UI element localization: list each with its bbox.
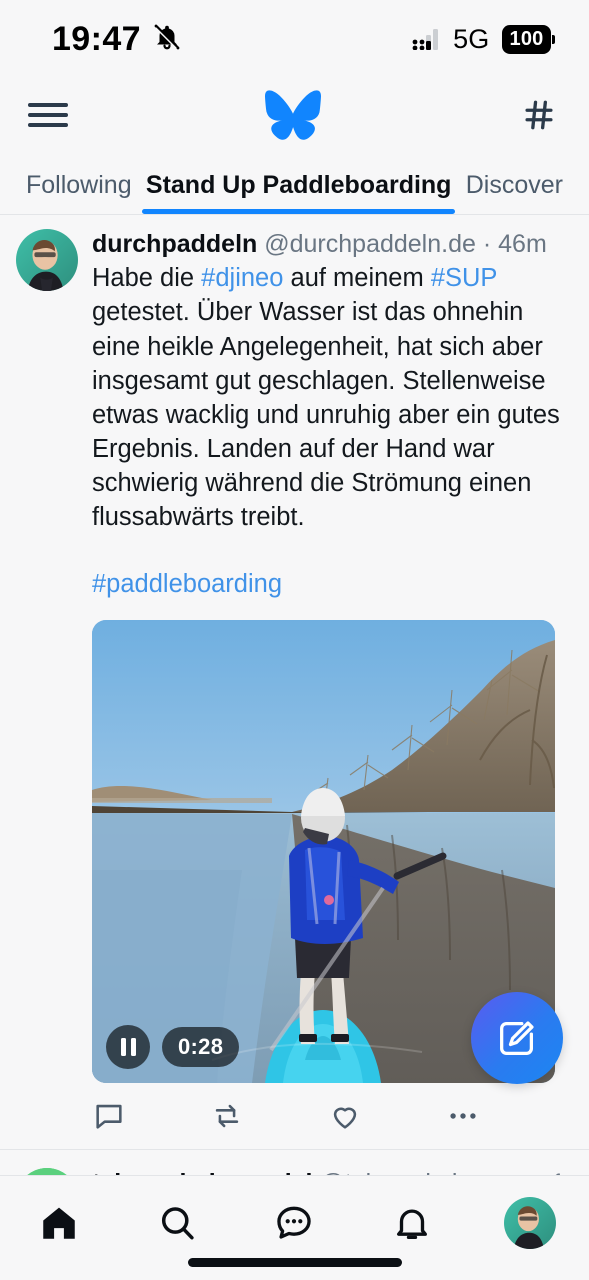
repost-button[interactable] bbox=[210, 1099, 328, 1133]
post-body: taincer.bsky.social @taincer.bsky.so... … bbox=[92, 1168, 567, 1175]
status-bar: 19:47 5G 100 bbox=[0, 0, 589, 78]
nav-notifications[interactable] bbox=[353, 1190, 471, 1256]
post-meta: durchpaddeln @durchpaddeln.de · 46m bbox=[92, 229, 567, 260]
hashtag-icon[interactable] bbox=[517, 93, 561, 137]
post-display-name[interactable]: durchpaddeln bbox=[92, 230, 257, 258]
nav-messages[interactable] bbox=[236, 1190, 354, 1256]
post-display-name[interactable]: taincer.bsky.social bbox=[92, 1169, 313, 1175]
app-header bbox=[0, 78, 589, 152]
hashtag-sup[interactable]: #SUP bbox=[431, 264, 497, 292]
pause-icon[interactable] bbox=[106, 1024, 150, 1069]
tab-stand-up-paddleboarding[interactable]: Stand Up Paddleboarding bbox=[141, 171, 456, 214]
post-handle[interactable]: @durchpaddeln.de bbox=[264, 230, 476, 258]
home-indicator bbox=[187, 1258, 402, 1267]
post-meta: taincer.bsky.social @taincer.bsky.so... … bbox=[92, 1168, 567, 1175]
post-timestamp: 46m bbox=[498, 229, 547, 258]
chat-bubble-icon bbox=[273, 1202, 315, 1244]
status-bar-left: 19:47 bbox=[52, 20, 182, 59]
profile-avatar-icon bbox=[504, 1197, 557, 1249]
nav-home[interactable] bbox=[0, 1190, 118, 1256]
signal-dots-icon bbox=[412, 28, 444, 50]
more-dots-icon[interactable] bbox=[446, 1099, 564, 1133]
bell-slash-icon bbox=[152, 22, 182, 57]
battery-cap bbox=[552, 34, 555, 44]
hamburger-menu-icon[interactable] bbox=[28, 101, 68, 129]
post-text-segment: Habe die bbox=[92, 264, 202, 293]
search-icon bbox=[156, 1202, 198, 1244]
bluesky-butterfly-logo[interactable] bbox=[264, 90, 321, 140]
post-handle[interactable]: @taincer.bsky.so... bbox=[319, 1169, 529, 1175]
home-icon bbox=[38, 1202, 80, 1244]
compose-post-button[interactable] bbox=[471, 992, 563, 1084]
reply-button[interactable] bbox=[92, 1099, 210, 1133]
meta-separator: · bbox=[482, 229, 492, 258]
tab-discover[interactable]: Discover bbox=[462, 171, 567, 214]
avatar[interactable] bbox=[16, 228, 78, 291]
post-text: Habe die #djineo auf meinem #SUP geteste… bbox=[92, 261, 567, 534]
battery-indicator: 100 bbox=[501, 24, 555, 54]
hashtag-djineo[interactable]: #djineo bbox=[201, 264, 283, 292]
video-controls: 0:28 bbox=[106, 1024, 240, 1069]
nav-profile[interactable] bbox=[471, 1190, 589, 1256]
nav-search[interactable] bbox=[118, 1190, 236, 1256]
network-type: 5G bbox=[453, 23, 490, 54]
status-time: 19:47 bbox=[52, 19, 141, 58]
post-actions bbox=[92, 1085, 567, 1149]
post-text-segment: auf meinem bbox=[283, 264, 431, 293]
hashtag-paddleboarding[interactable]: #paddleboarding bbox=[92, 567, 567, 601]
battery-level: 100 bbox=[501, 24, 551, 54]
like-button[interactable] bbox=[328, 1099, 446, 1133]
status-bar-right: 5G 100 bbox=[412, 24, 555, 55]
meta-separator: · bbox=[536, 1169, 544, 1175]
post-timestamp: 1d bbox=[551, 1169, 567, 1175]
tab-following[interactable]: Following bbox=[22, 171, 136, 214]
post-item[interactable]: taincer.bsky.social @taincer.bsky.so... … bbox=[0, 1150, 589, 1175]
video-duration: 0:28 bbox=[162, 1026, 240, 1067]
bell-icon bbox=[391, 1202, 433, 1244]
avatar[interactable] bbox=[16, 1167, 78, 1175]
bluesky-app-screen: 19:47 5G 100 Following Stand Up Paddlebo… bbox=[0, 0, 589, 1280]
feed-tabs: Following Stand Up Paddleboarding Discov… bbox=[0, 152, 589, 214]
post-text-segment: getestet. Über Wasser ist das ohnehin ei… bbox=[92, 298, 560, 532]
